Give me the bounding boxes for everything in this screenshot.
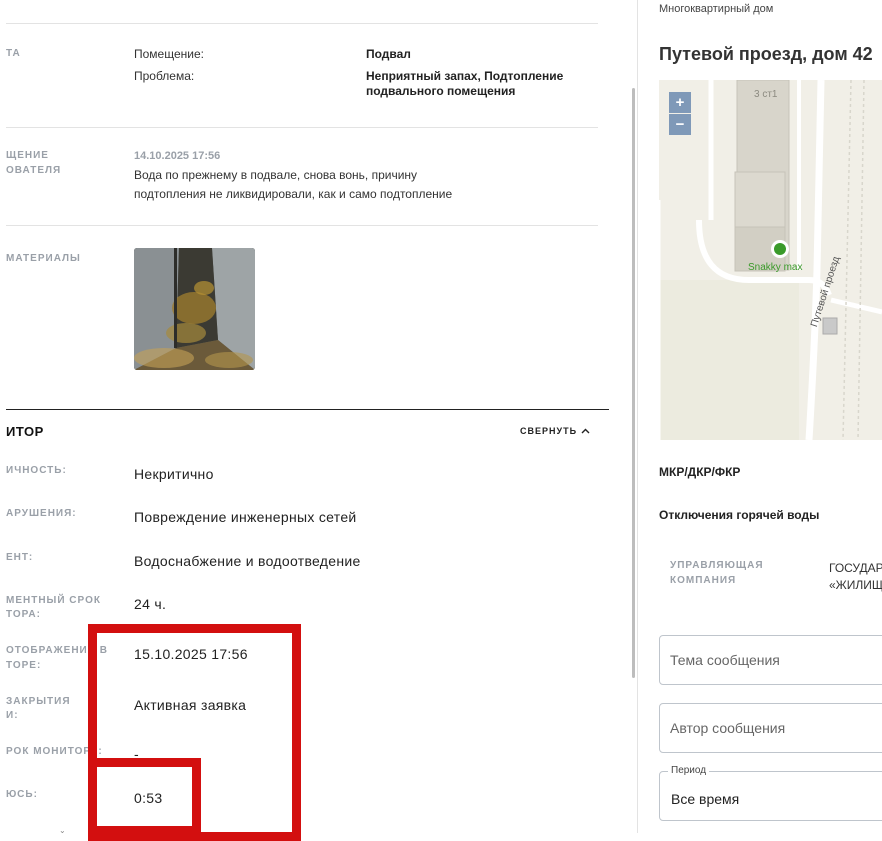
management-company-label-line1: УПРАВЛЯЮЩАЯ <box>670 560 764 571</box>
closing-date-label-line2: И: <box>6 710 19 721</box>
criticality-value: Некритично <box>134 466 214 482</box>
expand-more-icon[interactable]: ⌄ <box>59 826 66 835</box>
subject-input[interactable] <box>670 636 882 684</box>
subject-field[interactable] <box>659 635 882 685</box>
management-company-value-line1: ГОСУДАРСТВЕННОЕ <box>829 561 882 575</box>
collapse-button[interactable]: СВЕРНУТЬ <box>520 426 590 436</box>
map-canvas <box>659 80 882 440</box>
author-input[interactable] <box>670 704 882 752</box>
message-label-line2: ОВАТЕЛЯ <box>6 165 62 176</box>
map-zoom-out-button[interactable]: − <box>669 114 691 135</box>
divider <box>6 225 598 226</box>
divider <box>6 23 598 24</box>
violation-type-label: АРУШЕНИЯ: <box>6 508 77 519</box>
collapse-label: СВЕРНУТЬ <box>520 426 578 436</box>
segment-value: Водоснабжение и водоотведение <box>134 553 361 569</box>
map-zoom-in-button[interactable]: + <box>669 92 691 113</box>
map-building-label: 3 ст1 <box>754 89 778 100</box>
regulated-term-label-line1: МЕНТНЫЙ СРОК <box>6 595 101 606</box>
house-type: Многоквартирный дом <box>659 3 774 15</box>
object-label: ТА <box>6 48 21 59</box>
materials-label: МАТЕРИАЛЫ <box>6 253 81 264</box>
period-select[interactable]: Период Все время <box>659 765 882 821</box>
message-text-line1: Вода по прежнему в подвале, снова вонь, … <box>134 168 418 182</box>
regulated-term-value: 24 ч. <box>134 596 167 612</box>
display-date-label-line2: ТОРЕ: <box>6 660 42 671</box>
hot-water-outage-label: Отключения горячей воды <box>659 508 820 522</box>
remaining-label: ЮСЬ: <box>6 789 38 800</box>
section-divider <box>6 409 609 410</box>
problem-value-line1: Неприятный запах, Подтопление <box>366 69 564 83</box>
problem-value-line2: подвального помещения <box>366 84 516 98</box>
divider <box>6 127 598 128</box>
request-details-panel: ТА Помещение: Подвал Проблема: Неприятны… <box>0 0 610 841</box>
room-value: Подвал <box>366 47 411 61</box>
problem-label: Проблема: <box>134 69 195 83</box>
message-date: 14.10.2025 17:56 <box>134 150 221 162</box>
period-label: Период <box>668 765 710 776</box>
map[interactable]: 3 ст1 Snakky max Путевой проезд + − <box>659 80 882 440</box>
segment-label: ЕНТ: <box>6 552 34 563</box>
house-address: Путевой проезд, дом 42 <box>659 44 873 64</box>
house-info-panel: Многоквартирный дом Путевой проезд, дом … <box>638 0 882 841</box>
closing-date-label-line1: ЗАКРЫТИЯ <box>6 696 71 707</box>
chevron-up-icon <box>581 428 590 434</box>
scrollbar[interactable] <box>632 88 635 678</box>
message-label-line1: ЩЕНИЕ <box>6 150 49 161</box>
regulated-term-label-line2: ТОРА: <box>6 609 41 620</box>
period-value: Все время <box>671 791 740 807</box>
author-field[interactable] <box>659 703 882 753</box>
highlight-box-inner <box>88 758 201 835</box>
management-company-label-line2: КОМПАНИЯ <box>670 575 737 586</box>
criticality-label: ИЧНОСТЬ: <box>6 465 67 476</box>
monitor-section-title: ИТОР <box>6 424 44 439</box>
violation-type-value: Повреждение инженерных сетей <box>134 509 357 525</box>
management-company-value: ГОСУДАРСТВЕННОЕ «ЖИЛИЩНИК <box>829 560 882 594</box>
map-poi-label[interactable]: Snakky max <box>748 262 802 273</box>
photo-thumbnail <box>134 248 255 370</box>
programs-label: МКР/ДКР/ФКР <box>659 465 741 479</box>
room-label: Помещение: <box>134 47 204 61</box>
management-company-value-line2: «ЖИЛИЩНИК <box>829 578 882 592</box>
message-text-line2: подтопления не ликвидировали, как и само… <box>134 187 453 201</box>
attached-photo[interactable] <box>134 248 255 370</box>
management-company-label: УПРАВЛЯЮЩАЯ КОМПАНИЯ <box>670 558 764 588</box>
